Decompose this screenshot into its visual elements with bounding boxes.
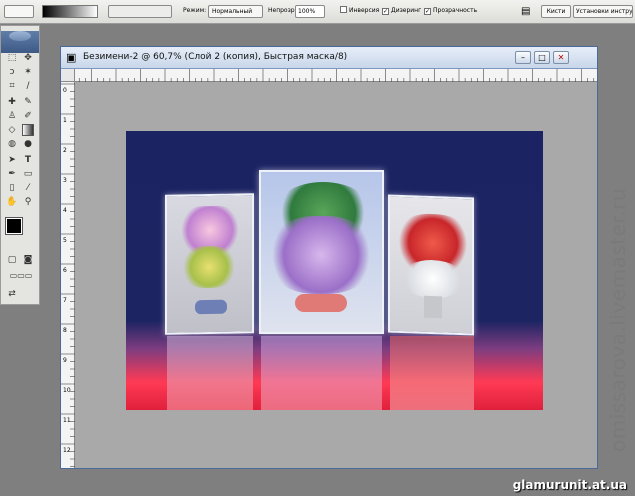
vruler-label: 4 xyxy=(63,207,67,214)
close-button[interactable]: ✕ xyxy=(553,51,569,64)
vruler-label: 3 xyxy=(63,177,67,184)
center-reflection xyxy=(261,336,382,410)
mode-label: Режим: xyxy=(183,7,207,14)
file-browser-icon[interactable]: ▤ xyxy=(521,5,533,18)
glass-vase xyxy=(424,295,442,319)
minimize-button[interactable]: – xyxy=(515,51,531,64)
ruler-origin[interactable] xyxy=(61,69,75,82)
lilac-wisteria xyxy=(266,216,376,294)
vruler-label: 5 xyxy=(63,237,67,244)
photoshop-doc-icon: ▣ xyxy=(66,51,77,64)
move-tool-icon[interactable]: ✥ xyxy=(22,52,34,64)
screen-mode-icons[interactable]: ▭▭▭ xyxy=(4,270,38,282)
document-window: ▣ Безимени-2 @ 60,7% (Слой 2 (копия), Бы… xyxy=(60,46,598,484)
healing-brush-icon[interactable]: ✚ xyxy=(6,96,18,108)
checkbox-icon xyxy=(340,6,347,13)
site-url: glamurunit.at.ua xyxy=(512,478,627,492)
horizontal-ruler[interactable] xyxy=(75,69,597,82)
vruler-label: 12 xyxy=(63,447,71,454)
opacity-field[interactable]: 100% xyxy=(295,5,325,18)
vruler-label: 6 xyxy=(63,267,67,274)
dodge-tool-icon[interactable]: ● xyxy=(22,138,34,150)
left-photo-panel xyxy=(165,193,254,335)
horizontal-ruler-ticks xyxy=(78,69,595,82)
right-reflection xyxy=(390,336,474,410)
vertical-ruler[interactable]: 012345678910111213 xyxy=(61,82,75,484)
hand-tool-icon[interactable]: ✋ xyxy=(6,196,18,208)
marquee-tool-icon[interactable]: ⬚ xyxy=(6,52,18,64)
brush-tool-icon[interactable]: ✎ xyxy=(22,96,34,108)
feather-logo-icon xyxy=(9,31,31,41)
transparency-checkbox[interactable]: ✓ Прозрачность xyxy=(424,5,477,18)
options-bar: Режим: Нормальный Непрозр.: 100% Инверси… xyxy=(0,0,635,24)
history-brush-icon[interactable]: ✐ xyxy=(22,110,34,122)
dither-checkbox[interactable]: ✓ Дизеринг xyxy=(382,5,421,18)
lasso-tool-icon[interactable]: ↄ xyxy=(6,66,18,78)
path-select-icon[interactable]: ➤ xyxy=(6,154,18,166)
vruler-label: 0 xyxy=(63,87,67,94)
reverse-label: Инверсия xyxy=(349,7,380,14)
checkmark-icon: ✓ xyxy=(424,8,431,15)
watermark-text: omissarova.livemaster.ru xyxy=(606,187,630,452)
vertical-ruler-ticks: 012345678910111213 xyxy=(61,83,75,484)
canvas-area[interactable] xyxy=(75,82,597,468)
left-reflection xyxy=(167,336,253,410)
vruler-label: 7 xyxy=(63,297,67,304)
blur-tool-icon[interactable]: ◍ xyxy=(6,138,18,150)
image-canvas[interactable] xyxy=(126,131,543,410)
transparency-label: Прозрачность xyxy=(433,7,478,14)
standard-mode-icon[interactable]: ▢ xyxy=(6,254,18,266)
dither-label: Дизеринг xyxy=(391,7,422,14)
yellow-foliage xyxy=(179,245,239,289)
vruler-label: 9 xyxy=(63,357,67,364)
pink-bowl xyxy=(295,294,347,312)
mode-select[interactable]: Нормальный xyxy=(208,5,263,18)
vruler-label: 1 xyxy=(63,117,67,124)
shape-tool-icon[interactable]: ▭ xyxy=(22,168,34,180)
type-tool-icon[interactable]: T xyxy=(22,154,34,166)
checkmark-icon: ✓ xyxy=(382,8,389,15)
vruler-label: 10 xyxy=(63,387,71,394)
imageready-icon[interactable]: ⇄ xyxy=(6,288,18,300)
toolbox-header xyxy=(1,31,39,53)
reverse-checkbox[interactable]: Инверсия xyxy=(340,5,379,18)
document-titlebar[interactable]: ▣ Безимени-2 @ 60,7% (Слой 2 (копия), Бы… xyxy=(61,47,597,69)
gradient-tool-icon[interactable] xyxy=(22,124,34,136)
eraser-tool-icon[interactable]: ◇ xyxy=(6,124,18,136)
magic-wand-icon[interactable]: ✶ xyxy=(22,66,34,78)
crop-tool-icon[interactable]: ⌗ xyxy=(6,80,18,92)
tool-presets-tab[interactable]: Установки инструм xyxy=(573,5,633,18)
slice-tool-icon[interactable]: ∕ xyxy=(22,80,34,92)
tool-preset-picker[interactable] xyxy=(4,5,34,18)
opacity-label: Непрозр.: xyxy=(268,7,299,14)
foreground-color-swatch[interactable] xyxy=(5,217,23,235)
eyedropper-icon[interactable]: ⁄ xyxy=(22,182,34,194)
notes-tool-icon[interactable]: ▯ xyxy=(6,182,18,194)
vruler-label: 2 xyxy=(63,147,67,154)
maximize-button[interactable]: □ xyxy=(534,51,550,64)
pen-tool-icon[interactable]: ✒ xyxy=(6,168,18,180)
blue-pot xyxy=(195,299,227,315)
gradient-picker[interactable] xyxy=(42,5,98,18)
quick-mask-icon[interactable]: ◙ xyxy=(22,254,34,266)
clone-stamp-icon[interactable]: ♙ xyxy=(6,110,18,122)
watermark: omissarova.livemaster.ru xyxy=(598,150,635,460)
zoom-tool-icon[interactable]: ⚲ xyxy=(22,196,34,208)
right-photo-panel xyxy=(388,194,474,336)
center-photo-panel xyxy=(259,170,384,334)
document-title: Безимени-2 @ 60,7% (Слой 2 (копия), Быст… xyxy=(83,52,348,62)
toolbox: ⬚ ✥ ↄ ✶ ⌗ ∕ ✚ ✎ ♙ ✐ ◇ ◍ ● ➤ T ✒ ▭ ▯ ⁄ ✋ … xyxy=(0,25,40,305)
gradient-type-buttons[interactable] xyxy=(108,5,172,18)
vruler-label: 11 xyxy=(63,417,71,424)
brushes-tab[interactable]: Кисти xyxy=(541,5,571,18)
vruler-label: 8 xyxy=(63,327,67,334)
